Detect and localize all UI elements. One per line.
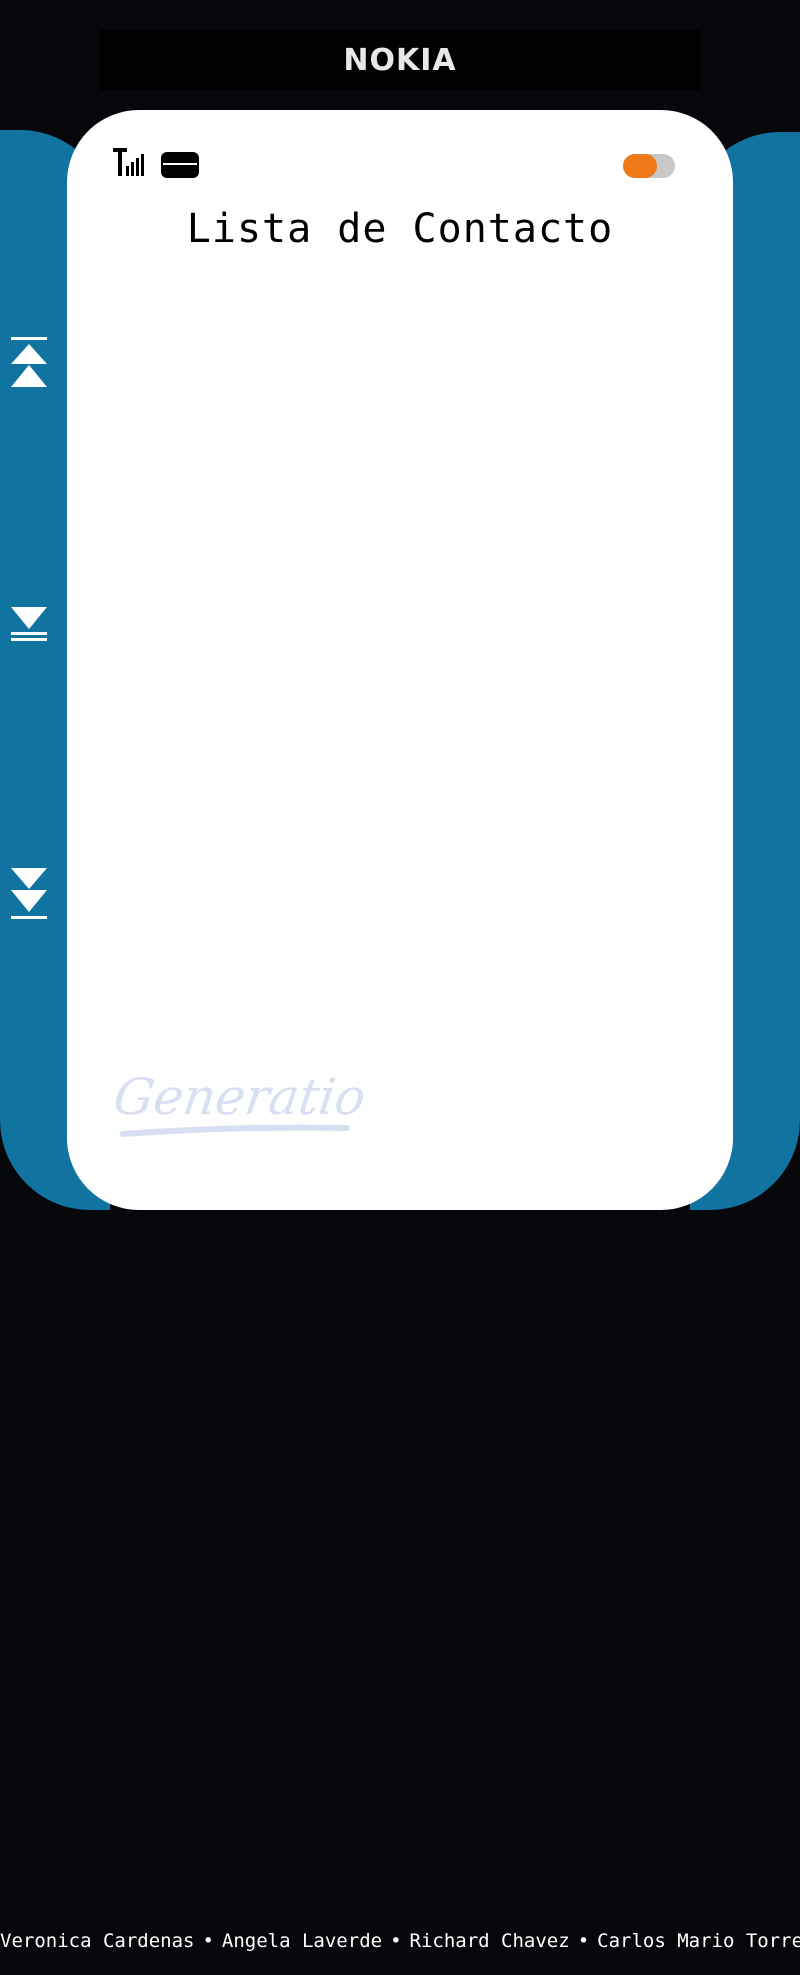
signal-icon xyxy=(113,148,144,176)
theme-toggle[interactable] xyxy=(623,154,675,178)
credit-separator: • xyxy=(577,1930,590,1952)
phone-screen: Lista de Contacto Generation xyxy=(67,110,733,1210)
credits-footer: Veronica Cardenas • Angela Laverde • Richard… xyxy=(0,1930,800,1952)
generation-logo: Generation xyxy=(115,1067,365,1137)
header-bar: NOKIA xyxy=(100,30,700,90)
credit-name: Carlos Mario Torres xyxy=(597,1930,800,1952)
page-title: Lista de Contacto xyxy=(186,206,614,252)
go-next-icon xyxy=(11,607,47,641)
go-next-button[interactable] xyxy=(8,605,50,645)
go-last-icon xyxy=(11,868,47,919)
toggle-knob xyxy=(623,154,657,178)
credit-name: Veronica Cardenas xyxy=(0,1930,195,1952)
go-first-icon xyxy=(11,337,47,387)
go-first-button[interactable] xyxy=(8,336,50,391)
go-last-button[interactable] xyxy=(8,866,50,922)
svg-text:Generation: Generation xyxy=(115,1067,365,1126)
battery-icon xyxy=(161,152,199,178)
credit-name: Angela Laverde xyxy=(221,1930,383,1952)
status-bar xyxy=(67,128,733,178)
credit-separator: • xyxy=(202,1930,214,1952)
nokia-logo: NOKIA xyxy=(343,42,457,78)
credit-separator: • xyxy=(390,1930,402,1952)
credit-name: Richard Chavez xyxy=(409,1930,570,1952)
